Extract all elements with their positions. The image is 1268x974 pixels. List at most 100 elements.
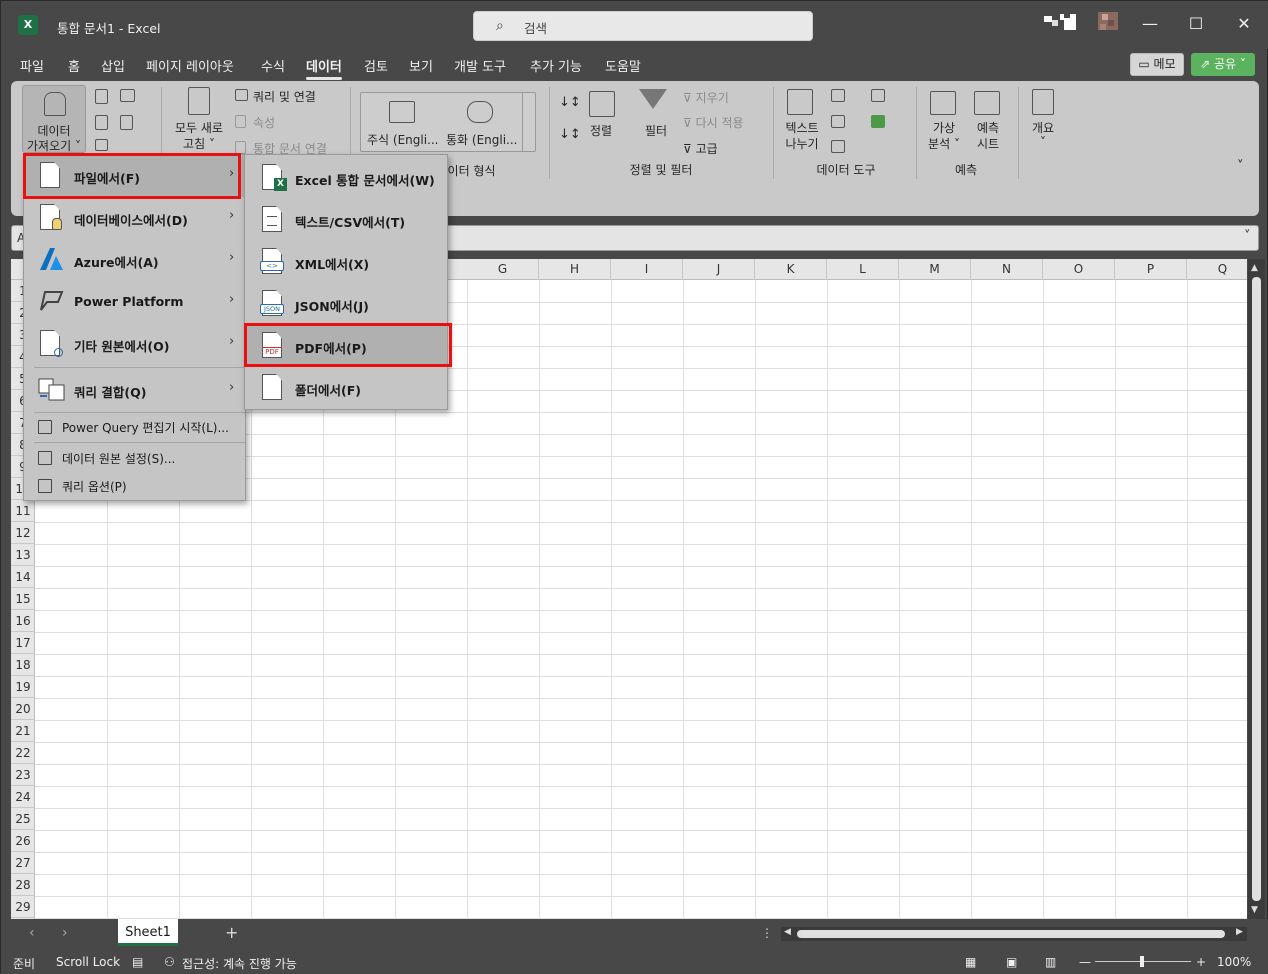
column-header[interactable]: N [971, 259, 1043, 280]
zoom-level[interactable]: 100% [1217, 955, 1251, 969]
get-data-button[interactable]: 데이터 가져오기 ˅ [22, 85, 86, 153]
row-header[interactable]: 20 [11, 698, 35, 720]
scroll-up-icon[interactable]: ▲ [1251, 263, 1258, 273]
relationships-icon[interactable] [871, 115, 885, 128]
normal-view-icon[interactable]: ▦ [965, 955, 976, 969]
row-header[interactable]: 11 [11, 500, 35, 522]
tab-formulas[interactable]: 수식 [261, 56, 285, 75]
menu-item-query-options[interactable]: 쿼리 옵션(P) [24, 473, 245, 499]
row-header[interactable]: 18 [11, 654, 35, 676]
tab-insert[interactable]: 삽입 [101, 56, 125, 75]
row-header[interactable]: 25 [11, 808, 35, 830]
row-header[interactable]: 15 [11, 588, 35, 610]
share-button[interactable]: ⇗ 공유 ˅ [1191, 53, 1255, 76]
advanced-button[interactable]: ⊽ 고급 [683, 140, 718, 157]
flash-fill-icon[interactable] [831, 89, 845, 102]
column-header[interactable]: L [827, 259, 899, 280]
row-header[interactable]: 22 [11, 742, 35, 764]
properties-button[interactable]: 속성 [253, 114, 275, 131]
account-picture[interactable] [1098, 12, 1118, 30]
submenu-item-json[interactable]: JSON JSON에서(J) [245, 283, 447, 325]
tab-page-layout[interactable]: 페이지 레이아웃 [146, 56, 234, 75]
tab-add-ins[interactable]: 추가 기능 [530, 56, 582, 75]
refresh-all-label-2[interactable]: 고침 ˅ [169, 137, 229, 152]
scroll-down-icon[interactable]: ▼ [1251, 905, 1258, 915]
text-to-columns-label-2[interactable]: 나누기 [777, 137, 827, 152]
recent-sources-icon[interactable] [120, 115, 133, 130]
sort-descending-icon[interactable]: ↓↕ [559, 127, 581, 142]
forecast-sheet-label-1[interactable]: 예측 [966, 121, 1010, 136]
memo-button[interactable]: ▭ 메모 [1130, 53, 1184, 76]
menu-item-from-azure[interactable]: Azure에서(A) › [24, 239, 245, 281]
sort-ascending-icon[interactable]: ↓↕ [559, 95, 581, 110]
row-header[interactable]: 27 [11, 852, 35, 874]
row-header[interactable]: 13 [11, 544, 35, 566]
data-validation-icon[interactable] [831, 140, 845, 153]
stocks-button[interactable]: 주식 (Engli... [367, 131, 439, 148]
row-header[interactable]: 23 [11, 764, 35, 786]
column-header[interactable]: I [611, 259, 683, 280]
remove-duplicates-icon[interactable] [831, 115, 845, 128]
more-options-icon[interactable]: ⋮ [761, 926, 773, 940]
zoom-in-icon[interactable]: + [1196, 955, 1206, 969]
refresh-all-icon[interactable] [188, 87, 210, 115]
text-to-columns-label-1[interactable]: 텍스트 [777, 121, 827, 136]
submenu-item-folder[interactable]: 폴더에서(F) [245, 367, 447, 409]
submenu-item-excel-workbook[interactable]: X Excel 통합 문서에서(W) [245, 157, 447, 199]
row-header[interactable]: 19 [11, 676, 35, 698]
column-header[interactable]: P [1115, 259, 1187, 280]
what-if-label-1[interactable]: 가상 [921, 121, 967, 136]
zoom-slider-thumb[interactable] [1140, 956, 1144, 967]
column-header[interactable]: O [1043, 259, 1115, 280]
close-icon[interactable]: ✕ [1232, 14, 1256, 33]
row-header[interactable]: 24 [11, 786, 35, 808]
currencies-button[interactable]: 통화 (Engli... [446, 131, 518, 148]
add-sheet-button[interactable]: + [225, 923, 238, 942]
gallery-scroll[interactable] [522, 93, 536, 151]
column-header[interactable]: K [755, 259, 827, 280]
tab-home[interactable]: 홈 [68, 56, 80, 75]
row-header[interactable]: 17 [11, 632, 35, 654]
scroll-right-icon[interactable]: ▶ [1236, 927, 1243, 937]
expand-formula-bar-icon[interactable]: ˅ [1244, 229, 1251, 244]
row-header[interactable]: 29 [11, 896, 35, 918]
queries-connections-button[interactable]: 쿼리 및 연결 [253, 88, 316, 105]
vertical-scrollbar[interactable]: ▲ ▼ [1248, 259, 1265, 919]
collapse-ribbon-icon[interactable]: ˅ [1237, 159, 1244, 174]
column-header[interactable]: G [467, 259, 539, 280]
page-layout-view-icon[interactable]: ▣ [1006, 955, 1017, 969]
accessibility-icon[interactable]: ⚇ [164, 955, 175, 969]
search-box[interactable]: ⌕ 검색 [473, 11, 813, 41]
row-header[interactable]: 28 [11, 874, 35, 896]
row-header[interactable]: 16 [11, 610, 35, 632]
existing-connections-icon[interactable] [95, 139, 108, 151]
forecast-sheet-label-2[interactable]: 시트 [966, 137, 1010, 152]
tab-developer[interactable]: 개발 도구 [454, 56, 506, 75]
menu-item-launch-power-query[interactable]: Power Query 편집기 시작(L)... [24, 414, 245, 440]
status-accessibility[interactable]: 접근성: 계속 진행 가능 [182, 955, 297, 972]
row-header[interactable]: 21 [11, 720, 35, 742]
column-header[interactable]: H [539, 259, 611, 280]
horizontal-scroll-thumb[interactable] [797, 930, 1225, 938]
from-table-icon[interactable] [95, 115, 108, 130]
zoom-out-icon[interactable]: — [1079, 955, 1091, 969]
page-break-view-icon[interactable]: ▥ [1045, 955, 1056, 969]
vertical-scroll-thumb[interactable] [1252, 277, 1261, 901]
tab-help[interactable]: 도움말 [605, 56, 641, 75]
column-header[interactable]: M [899, 259, 971, 280]
column-header[interactable]: J [683, 259, 755, 280]
sheet-tab-sheet1[interactable]: Sheet1 [118, 919, 178, 946]
tab-data[interactable]: 데이터 [306, 56, 342, 80]
menu-item-from-other-sources[interactable]: 기타 원본에서(O) › [24, 323, 245, 365]
column-header[interactable]: Q [1187, 259, 1247, 280]
menu-item-combine-queries[interactable]: 쿼리 결합(Q) › [24, 369, 245, 411]
filter-button[interactable]: 필터 [645, 122, 667, 139]
previous-sheet-icon[interactable]: ‹ [29, 925, 35, 941]
sort-button[interactable]: 정렬 [590, 122, 612, 139]
next-sheet-icon[interactable]: › [62, 925, 68, 941]
row-header[interactable]: 14 [11, 566, 35, 588]
what-if-label-2[interactable]: 분석 ˅ [921, 137, 967, 152]
tab-view[interactable]: 보기 [409, 56, 433, 75]
tab-review[interactable]: 검토 [364, 56, 388, 75]
submenu-item-text-csv[interactable]: 텍스트/CSV에서(T) [245, 199, 447, 241]
